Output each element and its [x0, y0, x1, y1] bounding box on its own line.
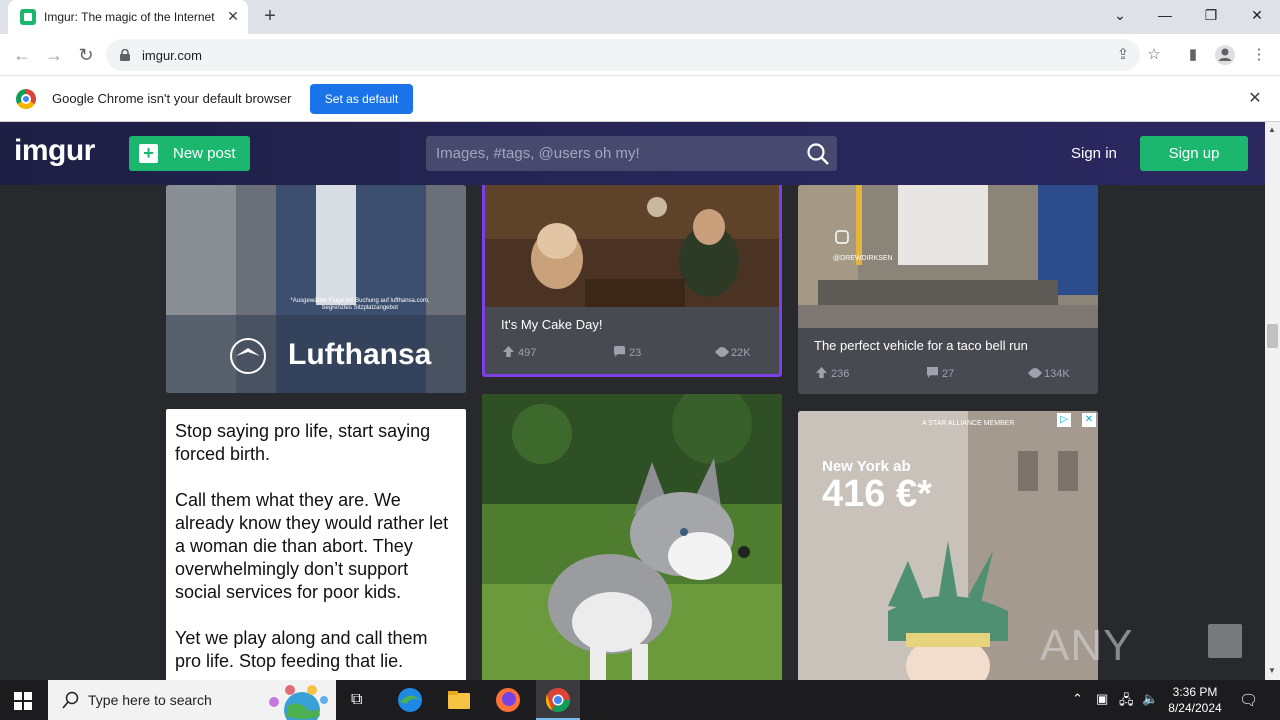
bookmark-star-icon[interactable]: ☆	[1143, 44, 1165, 66]
clock-date: 8/24/2024	[1168, 701, 1222, 715]
lufthansa-ad-card[interactable]: *Ausgewählte Flüge bei Buchung auf lufth…	[166, 185, 466, 393]
forward-icon[interactable]: →	[42, 43, 66, 67]
upvote-icon[interactable]	[816, 367, 827, 378]
post-feed: *Ausgewählte Flüge bei Buchung auf lufth…	[0, 185, 1265, 680]
tab-search-chevron-icon[interactable]: ⌄	[1106, 4, 1134, 28]
video-watermark: @DREWDIRKSEN	[833, 255, 893, 262]
side-panel-icon[interactable]: ▮	[1182, 44, 1204, 66]
imgur-favicon-icon	[20, 9, 36, 25]
tab-imgur[interactable]: Imgur: The magic of the Internet ✕	[8, 0, 248, 34]
reload-icon[interactable]: ↻	[74, 43, 98, 67]
post-stats: 236 27 134K	[816, 365, 1076, 381]
minimize-icon[interactable]: —	[1151, 4, 1179, 28]
post-card-text-meme[interactable]: Stop saying pro life, start saying force…	[166, 409, 466, 680]
address-bar[interactable]: imgur.com	[106, 39, 1140, 71]
imgur-logo[interactable]: imgur	[14, 134, 95, 168]
imgur-header: imgur + New post Images, #tags, @users o…	[0, 122, 1265, 185]
scrollbar-thumb[interactable]	[1267, 324, 1278, 348]
upvote-count: 236	[831, 368, 850, 380]
comment-icon	[927, 367, 938, 378]
search-placeholder: Images, #tags, @users oh my!	[436, 145, 640, 162]
taskbar-clock[interactable]: 3:36 PM 8/24/2024	[1164, 684, 1226, 716]
post-card-cake-day[interactable]: It's My Cake Day! 497 23 22K	[482, 185, 782, 377]
taskbar-search-text: Type here to search	[88, 692, 212, 708]
post-card-taco-bell[interactable]: @DREWDIRKSEN The perfect vehicle for a t…	[798, 185, 1098, 394]
taskbar-search-input[interactable]: Type here to search	[48, 680, 336, 720]
views-eye-icon	[714, 344, 730, 360]
lufthansa-wordmark: Lufthansa	[288, 338, 432, 371]
task-view-icon[interactable]: ⧉	[351, 691, 362, 709]
chrome-icon	[546, 688, 570, 713]
star-alliance-text: A STAR ALLIANCE MEMBER	[922, 420, 1015, 427]
network-icon[interactable]: 🖧	[1119, 691, 1134, 713]
view-count: 134K	[1044, 368, 1070, 380]
views-eye-icon	[1027, 365, 1043, 381]
post-card-husky[interactable]	[482, 394, 782, 680]
edge-icon[interactable]	[394, 684, 426, 716]
clock-time: 3:36 PM	[1172, 685, 1218, 699]
sign-up-button[interactable]: Sign up	[1140, 136, 1248, 171]
plus-icon: +	[139, 144, 158, 163]
scroll-top-icon[interactable]	[1208, 624, 1242, 658]
lock-icon	[120, 49, 130, 61]
volume-icon[interactable]: 🔈	[1142, 691, 1158, 707]
upvote-icon[interactable]	[503, 346, 514, 357]
post-title[interactable]: It's My Cake Day!	[501, 317, 602, 332]
tab-strip: Imgur: The magic of the Internet ✕ + ⌄ —…	[0, 0, 1280, 34]
battery-icon[interactable]: ▣	[1096, 691, 1108, 707]
scroll-up-arrow-icon[interactable]: ▲	[1268, 125, 1276, 134]
tab-title: Imgur: The magic of the Internet	[44, 10, 215, 24]
tray-chevron-icon[interactable]: ⌃	[1072, 691, 1083, 707]
browser-toolbar: ← → ↻ imgur.com ⇪ ☆ ▮ ⋮	[0, 34, 1280, 76]
post-stats: 497 23 22K	[503, 344, 763, 360]
comment-count: 23	[629, 347, 642, 359]
set-as-default-button[interactable]: Set as default	[310, 84, 413, 114]
new-tab-icon[interactable]: +	[258, 5, 282, 29]
restore-icon[interactable]: ❐	[1197, 4, 1225, 28]
search-highlight-globe-icon	[269, 685, 328, 720]
new-post-label: New post	[173, 145, 236, 162]
chrome-logo-icon	[16, 89, 36, 109]
windows-start-icon[interactable]	[14, 692, 32, 710]
notification-center-icon[interactable]: 🗨	[1239, 691, 1258, 709]
cake-day-image	[485, 185, 779, 307]
upvote-count: 497	[518, 347, 537, 359]
default-browser-infobar: Google Chrome isn't your default browser…	[0, 76, 1280, 122]
share-icon[interactable]: ⇪	[1112, 44, 1134, 66]
taskbar-search-icon	[62, 691, 79, 709]
close-window-icon[interactable]: ✕	[1243, 4, 1271, 28]
file-explorer-icon[interactable]	[443, 684, 475, 716]
profile-avatar-icon[interactable]	[1214, 44, 1236, 66]
tab-close-icon[interactable]: ✕	[224, 7, 242, 25]
url-text: imgur.com	[142, 48, 202, 63]
ad-close-icon[interactable]: ✕	[1082, 413, 1096, 427]
view-count: 22K	[731, 347, 751, 359]
meme-text: Stop saying pro life, start saying force…	[175, 421, 449, 671]
ad-fine-print: *Ausgewählte Flüge bei Buchung auf lufth…	[290, 298, 430, 311]
menu-kebab-icon[interactable]: ⋮	[1248, 44, 1270, 66]
back-icon[interactable]: ←	[10, 43, 34, 67]
anyrun-watermark: ANY RUN	[1040, 606, 1242, 680]
post-title[interactable]: The perfect vehicle for a taco bell run	[814, 338, 1028, 353]
chrome-taskbar-button[interactable]	[536, 680, 580, 720]
infobar-message: Google Chrome isn't your default browser	[52, 91, 292, 106]
page-scrollbar[interactable]: ▲ ▼	[1265, 122, 1280, 680]
firefox-icon[interactable]	[492, 684, 524, 716]
adchoices-icon[interactable]: ▷	[1057, 413, 1071, 427]
ad-price: 416 €*	[822, 473, 932, 515]
search-input[interactable]: Images, #tags, @users oh my!	[426, 136, 837, 171]
sign-in-link[interactable]: Sign in	[1071, 145, 1117, 162]
search-icon[interactable]	[806, 142, 830, 166]
windows-taskbar: Type here to search ⧉ ⌃ ▣ 🖧 🔈 3:36 PM 8/…	[0, 680, 1280, 720]
husky-puppy-image	[482, 394, 782, 680]
comment-count: 27	[942, 368, 955, 380]
comment-icon	[614, 346, 625, 357]
scroll-down-arrow-icon[interactable]: ▼	[1268, 666, 1276, 675]
new-post-button[interactable]: + New post	[129, 136, 250, 171]
infobar-close-icon[interactable]: ✕	[1246, 89, 1264, 109]
